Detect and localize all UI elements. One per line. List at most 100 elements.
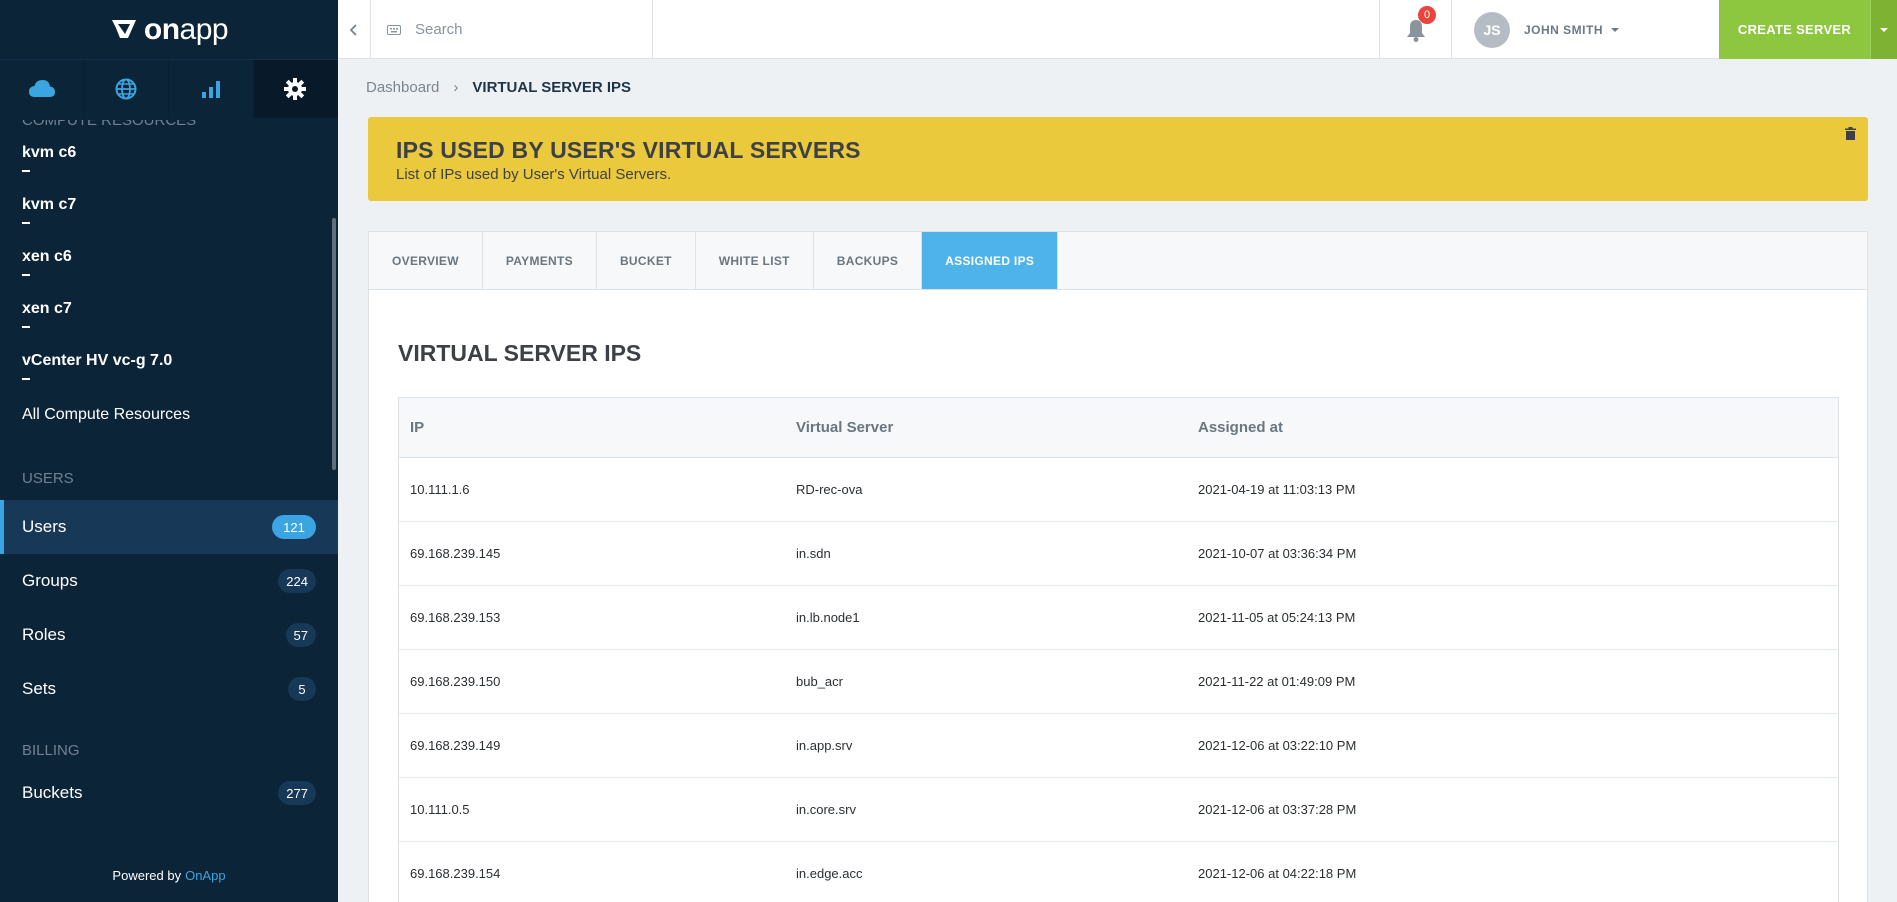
sidebar-item-kvm-c6[interactable]: kvm c6	[0, 144, 338, 196]
ips-table: IP Virtual Server Assigned at 10.111.1.6…	[398, 397, 1839, 902]
table-row: 69.168.239.153 in.lb.node1 2021-11-05 at…	[399, 586, 1838, 650]
count-badge: 121	[272, 515, 316, 539]
keyboard-icon	[387, 24, 401, 35]
powered-by: Powered by OnApp	[0, 848, 338, 902]
user-menu[interactable]: JS JOHN SMITH	[1451, 0, 1719, 59]
cell-virtual-server[interactable]: bub_acr	[796, 674, 1198, 689]
cell-ip: 69.168.239.145	[410, 546, 501, 561]
tab-payments[interactable]: PAYMENTS	[483, 232, 597, 289]
dash-marker	[22, 222, 30, 224]
sidebar-item-roles[interactable]: Roles 57	[0, 608, 338, 662]
count-badge: 57	[285, 623, 316, 647]
sidebar-item-label: xen c7	[22, 300, 72, 317]
trash-button[interactable]	[1845, 127, 1856, 145]
cell-assigned-at: 2021-11-05 at 05:24:13 PM	[1198, 610, 1356, 625]
breadcrumb: Dashboard › VIRTUAL SERVER IPS	[366, 79, 631, 96]
sidebar-item-vcenter[interactable]: vCenter HV vc-g 7.0	[0, 352, 338, 404]
section-title: VIRTUAL SERVER IPS	[398, 340, 642, 366]
create-server-button[interactable]: CREATE SERVER	[1719, 0, 1870, 59]
tab-settings[interactable]	[253, 60, 338, 118]
breadcrumb-dashboard-link[interactable]: Dashboard	[366, 79, 439, 96]
logo-text-on: on	[143, 12, 180, 46]
column-header-assigned-at[interactable]: Assigned at	[1198, 419, 1838, 436]
sidebar: on app COMPUTE RESOURCES kvm c6 kvm c7 x…	[0, 0, 338, 902]
sidebar-item-xen-c6[interactable]: xen c6	[0, 248, 338, 300]
cell-assigned-at: 2021-11-22 at 01:49:09 PM	[1198, 674, 1356, 689]
cell-assigned-at: 2021-10-07 at 03:36:34 PM	[1198, 546, 1357, 561]
search-placeholder: Search	[415, 21, 463, 38]
cell-assigned-at: 2021-04-19 at 11:03:13 PM	[1198, 482, 1356, 497]
create-server-dropdown[interactable]	[1870, 0, 1897, 59]
collapse-sidebar-button[interactable]	[338, 0, 371, 59]
trash-icon	[1845, 127, 1856, 140]
cell-ip: 10.111.0.5	[410, 802, 470, 817]
sidebar-scrollbar[interactable]	[332, 218, 336, 470]
cell-virtual-server[interactable]: in.app.srv	[796, 738, 1198, 753]
cell-ip: 10.111.1.6	[410, 482, 470, 497]
cell-virtual-server[interactable]: in.edge.acc	[796, 866, 1198, 881]
sidebar-item-label: Sets	[22, 679, 57, 698]
tabs-panel: OVERVIEW PAYMENTS BUCKET WHITE LIST BACK…	[368, 231, 1868, 902]
cell-ip: 69.168.239.149	[410, 738, 501, 753]
notifications-button[interactable]: 0	[1379, 0, 1451, 59]
sidebar-item-label: Groups	[22, 571, 78, 590]
sidebar-item-label: vCenter HV vc-g 7.0	[22, 352, 173, 369]
section-billing: BILLING	[22, 742, 80, 759]
tab-cloud[interactable]	[0, 60, 85, 118]
dash-marker	[22, 170, 30, 172]
user-name: JOHN SMITH	[1524, 22, 1604, 37]
sidebar-item-xen-c7[interactable]: xen c7	[0, 300, 338, 352]
cell-assigned-at: 2021-12-06 at 04:22:18 PM	[1198, 866, 1357, 881]
sidebar-item-label: Roles	[22, 625, 66, 644]
logo-text-app: app	[179, 12, 229, 46]
tab-backups[interactable]: BACKUPS	[814, 232, 923, 289]
sidebar-item-label: Users	[22, 517, 67, 536]
globe-icon	[115, 78, 137, 100]
sidebar-item-label: kvm c6	[22, 144, 77, 161]
column-header-ip[interactable]: IP	[399, 419, 796, 436]
chevron-down-icon	[1880, 27, 1888, 32]
sidebar-item-all-compute[interactable]: All Compute Resources	[0, 404, 338, 470]
chevron-down-icon	[1611, 27, 1620, 32]
dash-marker	[22, 326, 30, 328]
bar-chart-icon	[201, 81, 220, 98]
sidebar-item-sets[interactable]: Sets 5	[0, 662, 338, 716]
table-row: 69.168.239.149 in.app.srv 2021-12-06 at …	[399, 714, 1838, 778]
sidebar-item-groups[interactable]: Groups 224	[0, 554, 338, 608]
tab-stats[interactable]	[169, 60, 254, 118]
gear-icon	[284, 78, 307, 100]
tab-white-list[interactable]: WHITE LIST	[696, 232, 814, 289]
count-badge: 224	[278, 569, 316, 593]
chevron-left-icon	[349, 23, 357, 36]
cell-virtual-server[interactable]: in.core.srv	[796, 802, 1198, 817]
tab-globe[interactable]	[84, 60, 169, 118]
column-header-virtual-server[interactable]: Virtual Server	[796, 419, 1198, 436]
search-input[interactable]: Search	[371, 0, 653, 59]
sidebar-item-label: kvm c7	[22, 196, 77, 213]
notification-count-badge: 0	[1418, 6, 1436, 24]
sidebar-item-buckets[interactable]: Buckets 277	[0, 766, 338, 820]
sidebar-item-users[interactable]: Users 121	[0, 500, 338, 554]
logo[interactable]: on app	[0, 0, 338, 59]
cell-virtual-server[interactable]: RD-rec-ova	[796, 482, 1198, 497]
cell-virtual-server[interactable]: in.lb.node1	[796, 610, 1198, 625]
tab-bar: OVERVIEW PAYMENTS BUCKET WHITE LIST BACK…	[369, 232, 1867, 290]
tab-assigned-ips[interactable]: ASSIGNED IPS	[922, 232, 1059, 289]
powered-brand-link[interactable]: OnApp	[185, 868, 225, 883]
chevron-right-icon: ›	[453, 79, 459, 96]
cell-ip: 69.168.239.150	[410, 674, 501, 689]
section-compute-resources: COMPUTE RESOURCES	[22, 120, 197, 129]
table-row: 69.168.239.145 in.sdn 2021-10-07 at 03:3…	[399, 522, 1838, 586]
table-row: 69.168.239.154 in.edge.acc 2021-12-06 at…	[399, 842, 1838, 902]
count-badge: 277	[278, 781, 316, 805]
tab-overview[interactable]: OVERVIEW	[369, 232, 483, 289]
sidebar-menu[interactable]: COMPUTE RESOURCES kvm c6 kvm c7 xen c6 x…	[0, 120, 338, 848]
table-row: 10.111.1.6 RD-rec-ova 2021-04-19 at 11:0…	[399, 458, 1838, 522]
avatar: JS	[1474, 11, 1510, 48]
tab-bucket[interactable]: BUCKET	[597, 232, 696, 289]
sidebar-item-label: Buckets	[22, 783, 83, 802]
cell-virtual-server[interactable]: in.sdn	[796, 546, 1198, 561]
section-users: USERS	[22, 470, 74, 487]
dash-marker	[22, 274, 30, 276]
sidebar-item-kvm-c7[interactable]: kvm c7	[0, 196, 338, 248]
